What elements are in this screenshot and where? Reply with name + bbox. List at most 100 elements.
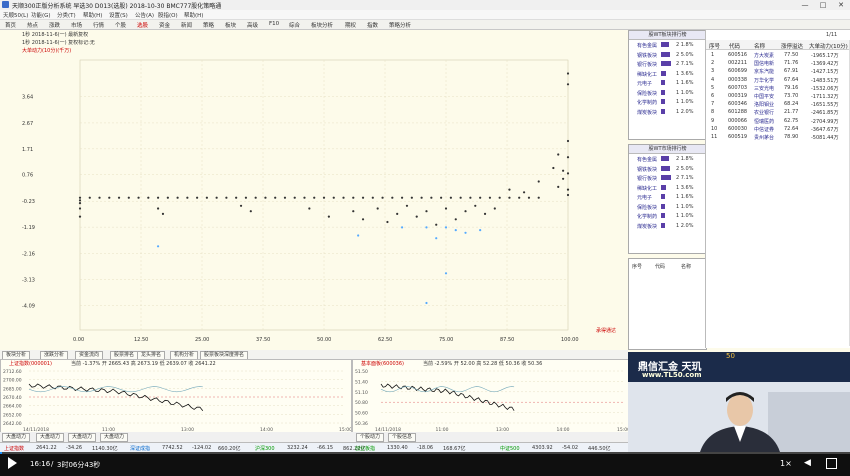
- toolbar-tab[interactable]: 期权: [345, 21, 356, 29]
- stock-name: 方大炭素: [754, 53, 775, 59]
- quote-label[interactable]: 创业板指: [355, 445, 375, 452]
- col-header[interactable]: 大单动力(10分): [809, 42, 848, 50]
- power-tab[interactable]: 大盘动力: [100, 433, 129, 442]
- col-header[interactable]: 名称: [754, 42, 765, 50]
- toolbar-tab[interactable]: 热点: [27, 21, 38, 29]
- toolbar-tab-active[interactable]: 选股: [137, 21, 148, 29]
- col-header[interactable]: 涨停溢达: [781, 42, 803, 50]
- toolbar-tab[interactable]: 综合: [289, 21, 300, 29]
- quote-label[interactable]: 沪深300: [255, 445, 275, 452]
- sector-value: 2 5.0%: [676, 165, 694, 172]
- power-tab[interactable]: 大盘动力: [36, 433, 65, 442]
- play-icon[interactable]: [8, 457, 17, 469]
- maximize-button[interactable]: □: [814, 0, 832, 10]
- toolbar-tab[interactable]: 新闻: [181, 21, 192, 29]
- data-point: [98, 196, 101, 199]
- sector-row[interactable]: 元电子 1 1.6%: [629, 192, 706, 202]
- table-row[interactable]: 7 600346 洛阳钼业 68.24 -1651.55万: [706, 100, 849, 108]
- menu-item[interactable]: 天顺50(L): [3, 11, 28, 19]
- quote-label[interactable]: 上证指数: [4, 445, 24, 452]
- toolbar-tab[interactable]: 策略: [203, 21, 214, 29]
- sector-row[interactable]: 保险板块 1 1.0%: [629, 88, 706, 98]
- menu-item[interactable]: 帮助(H): [83, 11, 102, 19]
- data-point: [527, 196, 531, 199]
- table-row[interactable]: 1 600516 方大炭素 77.50 -1965.17万: [706, 51, 849, 59]
- sector-row[interactable]: 元电子 1 1.6%: [629, 78, 706, 88]
- speed-button[interactable]: 1×: [780, 459, 792, 468]
- volume-icon[interactable]: ◀: [804, 458, 814, 468]
- table-row[interactable]: 8 601288 农业银行 21.77 -2461.85万: [706, 108, 849, 116]
- sector-row[interactable]: 有色金属 2 1.8%: [629, 154, 706, 164]
- table-row[interactable]: 9 000066 恒瑞医药 62.75 -2704.99万: [706, 117, 849, 125]
- sector-row[interactable]: 稀缺化工 1 3.6%: [629, 183, 706, 193]
- quote-value: 2641.22: [36, 445, 57, 451]
- sector-row[interactable]: 有色金属 2 1.8%: [629, 40, 706, 50]
- toolbar-tab[interactable]: 指数: [367, 21, 378, 29]
- close-button[interactable]: ✕: [832, 0, 850, 10]
- x-tick-label: 50.00: [317, 337, 331, 343]
- sector-row[interactable]: 保险板块 1 1.0%: [629, 202, 706, 212]
- sector-row[interactable]: 银行板块 2 7.1%: [629, 59, 706, 69]
- stock-code: 601288: [728, 109, 748, 116]
- sector-row[interactable]: 稀缺化工 1 3.6%: [629, 69, 706, 79]
- table-row[interactable]: 2 002211 国信电新 71.76 -1369.42万: [706, 59, 849, 67]
- table-row[interactable]: 3 600699 京东汽能 67.91 -1427.15万: [706, 67, 849, 75]
- power-tab[interactable]: 个股动力: [356, 433, 385, 442]
- toolbar-tab[interactable]: 高级: [247, 21, 258, 29]
- toolbar-tab[interactable]: 市场: [71, 21, 82, 29]
- toolbar-tab[interactable]: 板块: [225, 21, 236, 29]
- toolbar-tab[interactable]: 策略分析: [389, 21, 411, 29]
- data-point: [156, 207, 160, 210]
- toolbar-tab[interactable]: 资金: [159, 21, 170, 29]
- row-number: 5: [711, 84, 715, 91]
- sector-row[interactable]: 化学制药 1 1.0%: [629, 97, 706, 107]
- sector-value: 2 1.8%: [676, 156, 694, 162]
- quote-label[interactable]: 中证500: [500, 445, 520, 452]
- data-point: [566, 83, 570, 86]
- progress-track[interactable]: [0, 452, 850, 454]
- sector-row[interactable]: 煤炭板块 1 2.0%: [629, 107, 706, 117]
- menu-item[interactable]: 设置(S): [109, 11, 128, 19]
- table-row[interactable]: 10 600030 中信证券 72.64 -3647.67万: [706, 125, 849, 133]
- toolbar-tab[interactable]: 个股: [115, 21, 126, 29]
- fullscreen-icon[interactable]: [826, 458, 837, 469]
- sector-row[interactable]: 钢铁板块 2 5.0%: [629, 50, 706, 60]
- power-tab[interactable]: 大盘动力: [2, 433, 31, 442]
- sector-row[interactable]: 银行板块 2 7.1%: [629, 173, 706, 183]
- current-time: 16:16: [30, 460, 51, 468]
- sector-name: 元电子: [637, 81, 653, 87]
- minimize-button[interactable]: —: [796, 0, 814, 10]
- col-header[interactable]: 代码: [729, 42, 740, 50]
- sector-value: 1 1.0%: [676, 89, 694, 96]
- quote-v: 446.50亿: [588, 446, 611, 452]
- table-row[interactable]: 6 000319 中国平安 73.70 -1711.32万: [706, 92, 849, 100]
- table-row[interactable]: 11 600519 贵州茅台 78.90 -5081.44万: [706, 133, 849, 141]
- quote-label[interactable]: 深证成指: [130, 445, 150, 452]
- quote-chg: -66.15: [317, 445, 334, 451]
- sector-row[interactable]: 钢铁板块 2 5.0%: [629, 164, 706, 174]
- table-row[interactable]: 5 600703 三安光电 79.16 -1532.06万: [706, 84, 849, 92]
- stock-name: 万华化学: [754, 77, 775, 84]
- menu-item[interactable]: 帮助(H): [184, 11, 203, 19]
- power-tab[interactable]: 大盘动力: [68, 433, 97, 442]
- menu-item[interactable]: 分类(T): [57, 11, 76, 19]
- toolbar-tab[interactable]: 首页: [5, 21, 16, 29]
- toolbar-tab[interactable]: 板块分析: [311, 21, 333, 29]
- table-row[interactable]: 4 000338 万华化学 67.64 -1483.51万: [706, 76, 849, 84]
- limit-ratio: 77.50: [784, 52, 799, 58]
- power-tab[interactable]: 个股信息: [388, 433, 417, 442]
- menu-item[interactable]: 公告(A): [135, 11, 154, 19]
- data-point: [449, 196, 452, 199]
- toolbar-tab[interactable]: 涨跌: [49, 21, 60, 29]
- toolbar-tab[interactable]: F10: [269, 21, 279, 27]
- stock-table: 1/11 序号 代码 名称 涨停溢达 大单动力(10分) 1 600516 方大炭素…: [705, 30, 850, 348]
- col-header[interactable]: 序号: [709, 42, 720, 50]
- menu-item[interactable]: 功能(G): [31, 11, 51, 19]
- data-point: [400, 196, 404, 199]
- sector-row[interactable]: 煤炭板块 1 2.0%: [629, 221, 706, 231]
- menu-item[interactable]: 股指(O): [158, 11, 178, 19]
- data-point: [239, 204, 243, 207]
- toolbar-tab[interactable]: 行情: [93, 21, 104, 29]
- sector-row[interactable]: 化学制药 1 1.0%: [629, 211, 706, 221]
- stock-name: 农业银行: [754, 110, 775, 117]
